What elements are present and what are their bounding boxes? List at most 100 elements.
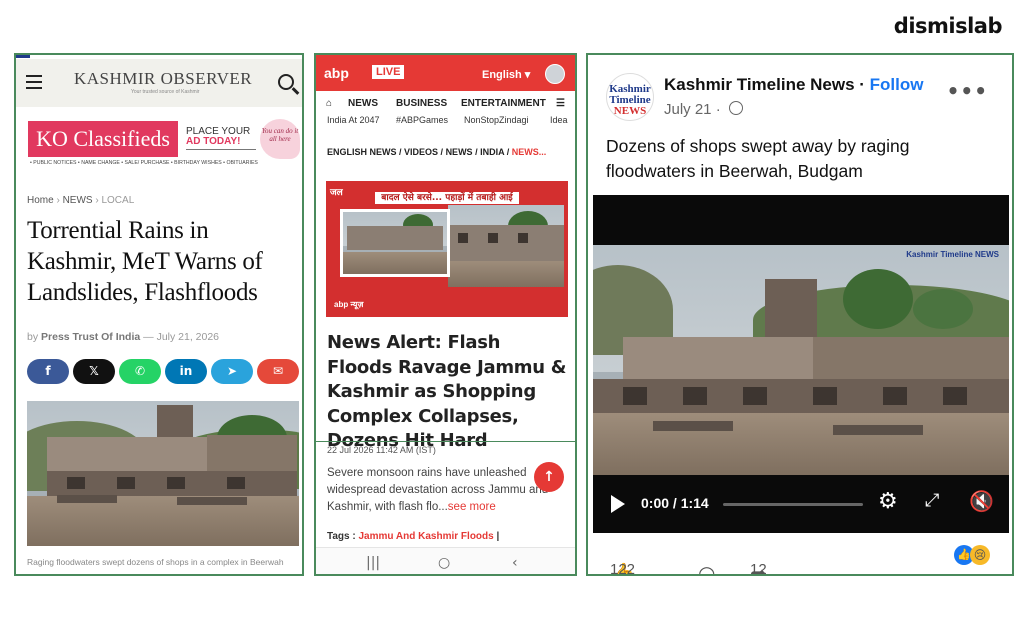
search-icon[interactable] bbox=[278, 74, 294, 90]
divider bbox=[316, 441, 575, 442]
video-frame[interactable]: Kashmir Timeline NEWS bbox=[593, 245, 1009, 475]
home-button-icon[interactable]: ○ bbox=[438, 555, 450, 571]
tag-link[interactable]: Jammu And Kashmir Floods bbox=[359, 531, 494, 542]
breadcrumb: Home › NEWS › LOCAL bbox=[27, 195, 135, 206]
article-summary: Severe monsoon rains have unleashed wide… bbox=[327, 465, 562, 516]
subnav-item-2[interactable]: #ABPGames bbox=[396, 115, 448, 125]
byline: by Press Trust Of India — July 21, 2026 bbox=[27, 331, 220, 343]
crumb-3[interactable]: NEWS bbox=[446, 147, 473, 157]
system-nav-bar: ||| ○ ‹ bbox=[316, 547, 575, 574]
author-link[interactable]: Press Trust Of India bbox=[41, 331, 140, 343]
article-date: 22 Jul 2026 11:42 AM (IST) bbox=[327, 445, 436, 455]
video-watermark: Kashmir Timeline NEWS bbox=[906, 250, 999, 259]
search-menu-icon[interactable]: ☰ bbox=[556, 98, 565, 109]
menu-icon[interactable] bbox=[26, 75, 42, 89]
tags-row: Tags : Jammu And Kashmir Floods | bbox=[327, 531, 500, 542]
mute-icon[interactable]: 🔇 bbox=[969, 489, 994, 513]
sad-reaction-icon: 😢 bbox=[970, 545, 990, 565]
nav-business[interactable]: BUSINESS bbox=[396, 98, 447, 109]
breadcrumb-local[interactable]: LOCAL bbox=[101, 195, 134, 206]
place-ad-text[interactable]: PLACE YOUR AD TODAY! bbox=[186, 127, 250, 147]
article-title: News Alert: Flash Floods Ravage Jammu & … bbox=[327, 332, 567, 451]
crumb-5[interactable]: NEWS... bbox=[512, 147, 547, 157]
whatsapp-share-button[interactable]: ✆ bbox=[119, 359, 161, 384]
thumb-inset-frame bbox=[340, 209, 450, 277]
article-image bbox=[27, 401, 299, 546]
breadcrumb-home[interactable]: Home bbox=[27, 195, 54, 206]
recent-apps-icon[interactable]: ||| bbox=[366, 555, 380, 571]
nav-news[interactable]: NEWS bbox=[348, 98, 378, 109]
video-controls: 0:00 / 1:14 ⚙ ⤢ 🔇 bbox=[593, 475, 1009, 533]
site-header: KASHMIR OBSERVER Your trusted source of … bbox=[16, 59, 302, 107]
play-icon[interactable] bbox=[611, 495, 625, 513]
video-thumbnail[interactable]: जल बादल ऐसे बरसे... पहाड़ों में तबाही आई… bbox=[326, 181, 568, 317]
subnav-item-1[interactable]: India At 2047 bbox=[327, 115, 380, 125]
thumb-headline: बादल ऐसे बरसे... पहाड़ों में तबाही आई bbox=[326, 187, 568, 204]
thumb-main-frame bbox=[448, 205, 564, 287]
back-icon[interactable]: ‹ bbox=[512, 555, 518, 571]
page-name-link[interactable]: Kashmir Timeline News bbox=[664, 75, 855, 94]
mail-icon: ✉ bbox=[272, 364, 284, 378]
page-avatar[interactable]: Kashmir Timeline NEWS bbox=[606, 73, 654, 121]
place-ad-line2: AD TODAY! bbox=[186, 136, 241, 147]
comment-icon: ○ bbox=[698, 561, 716, 576]
dismislab-logo: dismislab bbox=[893, 14, 1003, 38]
breadcrumb: ENGLISH NEWS / VIDEOS / NEWS / INDIA / N… bbox=[327, 147, 547, 157]
site-logo[interactable]: KASHMIR OBSERVER bbox=[74, 69, 252, 89]
more-options-icon[interactable]: ••• bbox=[947, 79, 988, 103]
crumb-2[interactable]: VIDEOS bbox=[404, 147, 438, 157]
kashmir-observer-screenshot: KASHMIR OBSERVER Your trusted source of … bbox=[14, 53, 304, 576]
post-meta: July 21 · bbox=[664, 101, 743, 118]
ad-bubble: You can do it all here bbox=[260, 119, 300, 159]
user-avatar[interactable] bbox=[545, 64, 565, 84]
share-count: 12 bbox=[750, 561, 767, 576]
facebook-share-button[interactable]: f bbox=[27, 359, 69, 384]
post-date[interactable]: July 21 bbox=[664, 101, 712, 118]
summary-text: Severe monsoon rains have unleashed wide… bbox=[327, 467, 549, 513]
video-player[interactable]: Kashmir Timeline NEWS 0:00 / 1:14 ⚙ ⤢ 🔇 bbox=[593, 195, 1009, 533]
abp-logo[interactable]: abp bbox=[324, 65, 349, 81]
article-date: July 21, 2026 bbox=[156, 331, 220, 343]
subnav-item-3[interactable]: NonStopZindagi bbox=[464, 115, 529, 125]
facebook-icon: f bbox=[45, 364, 51, 378]
image-caption: Raging floodwaters swept dozens of shops… bbox=[27, 557, 284, 567]
scroll-up-button[interactable]: ↑ bbox=[534, 462, 564, 492]
byline-prefix: by bbox=[27, 331, 39, 343]
video-time: 0:00 / 1:14 bbox=[641, 495, 709, 511]
language-selector[interactable]: English ▾ bbox=[482, 68, 530, 81]
home-icon[interactable]: ⌂ bbox=[326, 98, 332, 109]
divider bbox=[186, 149, 256, 150]
live-badge: LIVE bbox=[372, 65, 405, 79]
globe-icon bbox=[728, 101, 743, 115]
whatsapp-icon: ✆ bbox=[134, 364, 146, 378]
fullscreen-icon[interactable]: ⤢ bbox=[925, 490, 939, 511]
see-more-link[interactable]: see more bbox=[448, 501, 496, 513]
classifieds-services: • PUBLIC NOTICES • NAME CHANGE • SALE/ P… bbox=[30, 160, 258, 166]
classifieds-banner[interactable]: KO Classifieds bbox=[28, 121, 178, 157]
site-header: abp LIVE English ▾ bbox=[316, 55, 575, 91]
mail-share-button[interactable]: ✉ bbox=[257, 359, 299, 384]
follow-button[interactable]: Follow bbox=[870, 75, 924, 94]
tags-label: Tags : bbox=[327, 531, 356, 542]
abp-live-screenshot: abp LIVE English ▾ ⌂ NEWS BUSINESS ENTER… bbox=[314, 53, 577, 576]
x-icon: 𝕏 bbox=[89, 364, 99, 378]
subnav-item-4[interactable]: Idea bbox=[550, 115, 568, 125]
like-count: 122 bbox=[610, 561, 636, 576]
article-title: Torrential Rains in Kashmir, MeT Warns o… bbox=[27, 217, 263, 306]
gear-icon[interactable]: ⚙ bbox=[878, 489, 898, 514]
telegram-icon: ➤ bbox=[226, 364, 238, 378]
video-progress-bar[interactable] bbox=[723, 503, 863, 506]
nav-entertainment[interactable]: ENTERTAINMENT bbox=[461, 98, 546, 109]
avatar-line3: NEWS bbox=[613, 105, 647, 117]
crumb-4[interactable]: INDIA bbox=[480, 147, 504, 157]
site-tagline: Your trusted source of Kashmir bbox=[131, 89, 200, 95]
linkedin-share-button[interactable]: in bbox=[165, 359, 207, 384]
x-share-button[interactable]: 𝕏 bbox=[73, 359, 115, 384]
telegram-share-button[interactable]: ➤ bbox=[211, 359, 253, 384]
post-text: Dozens of shops swept away by raging flo… bbox=[606, 136, 910, 181]
breadcrumb-news[interactable]: NEWS bbox=[63, 195, 93, 206]
linkedin-icon: in bbox=[179, 364, 193, 378]
crumb-1[interactable]: ENGLISH NEWS bbox=[327, 147, 397, 157]
thumb-abp-logo: abp न्यूज़ bbox=[334, 300, 364, 309]
post-actions: 👍 122 ○ ➦ 12 👍 😢 bbox=[588, 533, 1012, 576]
